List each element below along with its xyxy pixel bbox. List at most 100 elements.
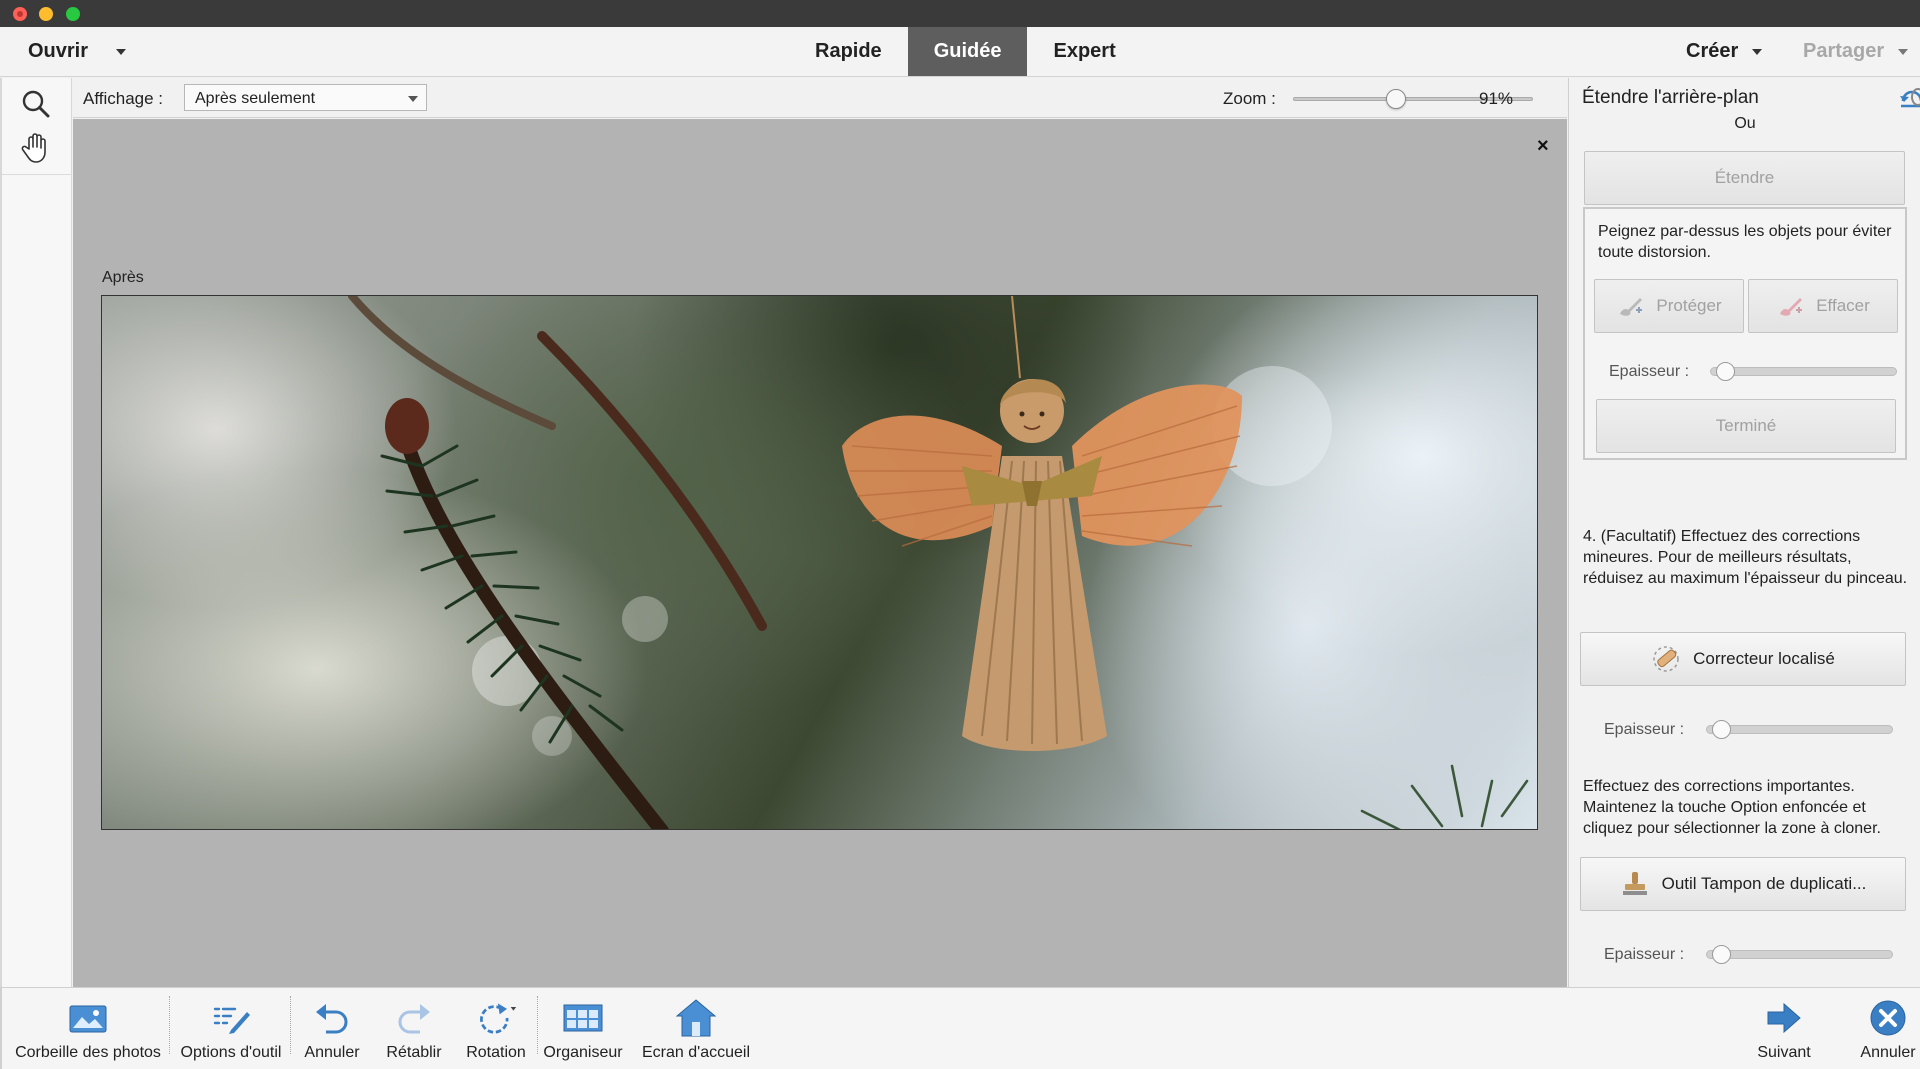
zoom-window-button[interactable] <box>66 7 80 21</box>
hand-tool[interactable] <box>18 130 54 166</box>
window-title-bar <box>0 0 1920 27</box>
erase-button[interactable]: Effacer <box>1748 279 1898 333</box>
tool-options-icon <box>213 1007 250 1034</box>
display-select[interactable]: Après seulement <box>184 84 427 111</box>
undo-icon <box>316 1004 348 1034</box>
help-icon[interactable] <box>1911 88 1920 106</box>
done-button-label: Terminé <box>1715 416 1777 435</box>
zoom-tool[interactable] <box>18 86 54 122</box>
share-menu-label: Partager <box>1803 40 1885 62</box>
minimize-window-button[interactable] <box>39 7 53 21</box>
undo-label: Annuler <box>304 1044 360 1061</box>
hand-icon <box>21 133 46 163</box>
organizer-button[interactable]: Organiseur <box>540 988 626 1069</box>
spot-healing-button[interactable]: Correcteur localisé <box>1580 632 1906 686</box>
mode-tabs: Rapide Guidée Expert <box>789 27 1142 76</box>
open-menu-label: Ouvrir <box>28 40 89 62</box>
chevron-down-icon <box>116 48 127 55</box>
organizer-icon <box>563 1004 603 1032</box>
spot-thickness-thumb[interactable] <box>1712 720 1731 739</box>
create-menu-label: Créer <box>1686 40 1739 62</box>
tab-guided-label: Guidée <box>933 40 1002 62</box>
spot-healing-button-label: Correcteur localisé <box>1693 649 1835 668</box>
open-menu[interactable]: Ouvrir <box>28 40 127 63</box>
mode-menu-bar: Ouvrir Rapide Guidée Expert Créer Partag… <box>0 27 1920 77</box>
zoom-label: Zoom : <box>1223 89 1276 108</box>
tab-expert-label: Expert <box>1053 40 1116 62</box>
undo-button[interactable]: Annuler <box>294 988 370 1069</box>
create-menu[interactable]: Créer <box>1686 40 1763 63</box>
clone-stamp-icon <box>1622 872 1647 895</box>
clone-thickness-slider[interactable] <box>1706 945 1893 964</box>
rotate-button[interactable]: Rotation <box>458 988 534 1069</box>
zoom-slider-thumb[interactable] <box>1386 89 1406 109</box>
after-view-label: Après <box>102 269 144 286</box>
protect-brush-icon <box>1620 298 1643 316</box>
cancel-circle-icon <box>1870 1000 1906 1036</box>
canvas-area: × Après <box>73 119 1567 987</box>
extend-button-label: Étendre <box>1714 168 1775 187</box>
clone-thickness-thumb[interactable] <box>1712 945 1731 964</box>
tab-quick[interactable]: Rapide <box>789 27 908 76</box>
magnifier-icon <box>22 90 50 118</box>
redo-icon <box>398 1004 430 1034</box>
photo-bin-button[interactable]: Corbeille des photos <box>8 988 168 1069</box>
extend-button[interactable]: Étendre <box>1584 151 1905 205</box>
step4-instructions: 4. (Facultatif) Effectuez des correction… <box>1583 528 1908 587</box>
clone-thickness-label: Epaisseur : <box>1604 946 1685 963</box>
paint-hint: Peignez par-dessus les objets pour évite… <box>1598 223 1892 261</box>
tab-guided[interactable]: Guidée <box>907 27 1028 76</box>
tool-strip-divider <box>2 174 72 175</box>
spot-healing-brush-icon <box>1653 646 1679 672</box>
clone-stamp-button-label: Outil Tampon de duplicati... <box>1661 874 1867 893</box>
redo-label: Rétablir <box>386 1044 442 1061</box>
zoom-value: 91% <box>1479 89 1514 108</box>
display-select-value: Après seulement <box>195 90 316 107</box>
panel-title: Étendre l'arrière-plan <box>1582 87 1759 108</box>
clone-stamp-button[interactable]: Outil Tampon de duplicati... <box>1580 857 1906 911</box>
chevron-down-icon <box>408 96 418 102</box>
brush-thickness-slider[interactable] <box>1710 362 1897 381</box>
cancel-button[interactable]: Annuler <box>1850 988 1920 1069</box>
guided-edit-panel: Étendre l'arrière-plan Ou Étendre Peigne… <box>1568 78 1920 987</box>
chevron-down-icon <box>1752 48 1763 55</box>
brush-thickness-thumb[interactable] <box>1716 362 1735 381</box>
home-icon <box>675 999 717 1037</box>
next-button[interactable]: Suivant <box>1746 988 1822 1069</box>
bottom-divider <box>290 996 291 1054</box>
home-screen-label: Ecran d'accueil <box>642 1044 750 1061</box>
pine-branches <box>348 296 1529 829</box>
close-view-button[interactable]: × <box>1537 135 1549 158</box>
display-label: Affichage : <box>83 89 164 108</box>
view-options-bar: Affichage : Après seulement Zoom : 91% <box>73 78 1567 118</box>
bottom-divider <box>169 996 170 1054</box>
protect-button-label: Protéger <box>1656 296 1722 315</box>
tab-quick-label: Rapide <box>815 40 882 62</box>
close-window-button[interactable] <box>13 7 27 21</box>
organizer-label: Organiseur <box>543 1044 623 1061</box>
major-corrections-instructions: Effectuez des corrections importantes. M… <box>1583 778 1881 837</box>
or-label: Ou <box>1734 115 1756 132</box>
photo-bin-label: Corbeille des photos <box>15 1044 161 1061</box>
tool-options-label: Options d'outil <box>180 1044 282 1061</box>
tool-options-button[interactable]: Options d'outil <box>172 988 290 1069</box>
redo-button[interactable]: Rétablir <box>376 988 452 1069</box>
tool-strip <box>0 78 72 987</box>
brush-thickness-label: Epaisseur : <box>1609 363 1690 380</box>
cancel-label: Annuler <box>1860 1044 1916 1061</box>
done-button[interactable]: Terminé <box>1596 399 1896 453</box>
rotate-label: Rotation <box>466 1044 526 1061</box>
photo-bin-icon <box>69 1005 107 1033</box>
angel-ornament <box>842 296 1242 751</box>
tab-expert[interactable]: Expert <box>1027 27 1141 76</box>
erase-brush-icon <box>1780 298 1803 316</box>
chevron-down-icon <box>1898 48 1909 55</box>
share-menu[interactable]: Partager <box>1803 40 1909 63</box>
rotate-icon <box>480 1003 517 1034</box>
home-screen-button[interactable]: Ecran d'accueil <box>636 988 756 1069</box>
after-photo[interactable] <box>101 295 1538 830</box>
erase-button-label: Effacer <box>1816 296 1870 315</box>
bottom-divider <box>537 996 538 1054</box>
spot-thickness-slider[interactable] <box>1706 720 1893 739</box>
protect-button[interactable]: Protéger <box>1594 279 1744 333</box>
